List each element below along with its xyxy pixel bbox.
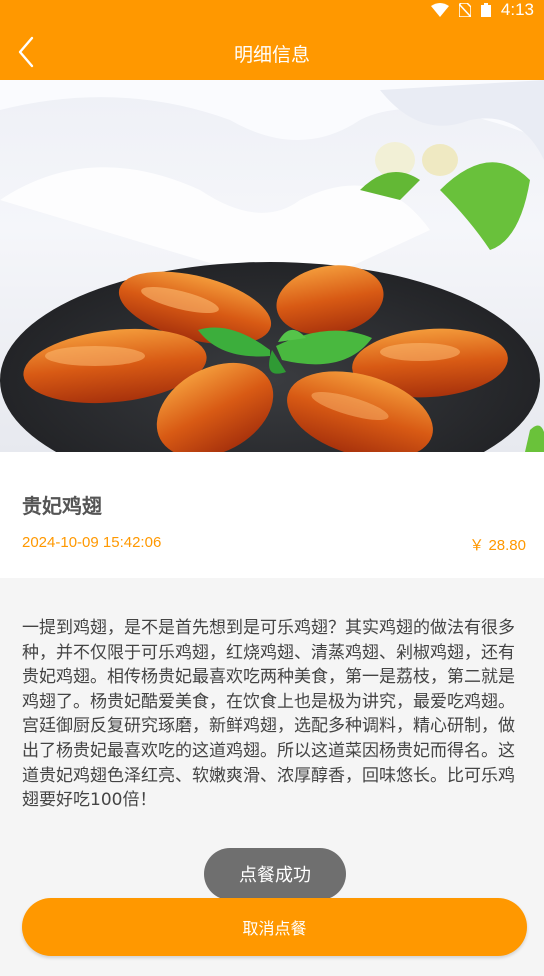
order-datetime: 2024-10-09 15:42:06 <box>22 534 162 551</box>
no-sim-icon <box>458 3 471 17</box>
dish-info: 贵妃鸡翅 2024-10-09 15:42:06 ￥ 28.80 <box>0 452 544 578</box>
dish-description: 一提到鸡翅，是不是首先想到是可乐鸡翅？其实鸡翅的做法有很多种，并不仅限于可乐鸡翅… <box>22 618 515 811</box>
status-bar: 4:13 <box>430 0 534 20</box>
toast-message: 点餐成功 <box>204 848 346 900</box>
status-time: 4:13 <box>500 0 534 19</box>
wifi-icon <box>430 3 449 17</box>
dish-photo <box>0 80 544 452</box>
dish-price: ￥ 28.80 <box>469 537 526 554</box>
dish-name: 贵妃鸡翅 <box>22 494 102 518</box>
cancel-order-button[interactable]: 取消点餐 <box>22 898 527 956</box>
battery-icon <box>480 3 491 17</box>
page-title: 明细信息 <box>233 44 310 66</box>
dish-image <box>0 80 544 452</box>
app-bar: 4:13 明细信息 <box>0 0 544 80</box>
